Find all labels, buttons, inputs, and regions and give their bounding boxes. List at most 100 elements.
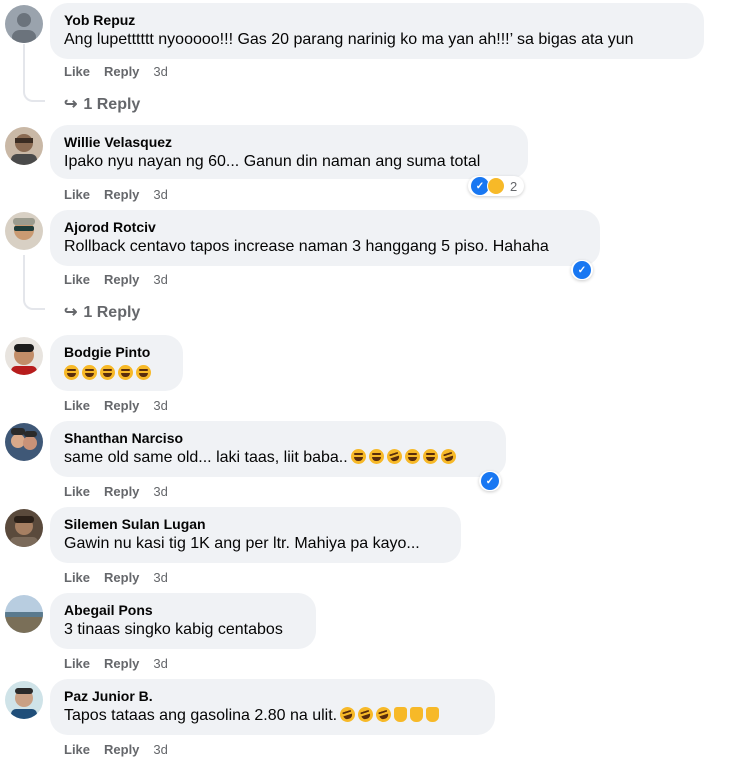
reply-arrow-icon: ↪ bbox=[64, 304, 78, 321]
comment-actions: Like Reply 3d bbox=[64, 272, 168, 287]
like-button[interactable]: Like bbox=[64, 742, 90, 757]
reply-button[interactable]: Reply bbox=[104, 656, 139, 671]
view-replies-link[interactable]: ↪ 1 Reply bbox=[64, 302, 140, 322]
grinning-emoji-icon bbox=[100, 365, 115, 380]
like-button[interactable]: Like bbox=[64, 187, 90, 202]
comment-timestamp[interactable]: 3d bbox=[153, 398, 167, 413]
comment-actions: Like Reply 3d bbox=[64, 570, 168, 585]
rolling-laughing-emoji-icon bbox=[356, 705, 376, 724]
comment-bubble: Paz Junior B. Tapos tataas ang gasolina … bbox=[50, 679, 495, 735]
comment-actions: Like Reply 3d bbox=[64, 64, 168, 79]
comment-bubble: Silemen Sulan Lugan Gawin nu kasi tig 1K… bbox=[50, 507, 461, 563]
comment-actions: Like Reply 3d bbox=[64, 398, 168, 413]
avatar[interactable] bbox=[5, 127, 43, 165]
grinning-emoji-icon bbox=[64, 365, 79, 380]
like-button[interactable]: Like bbox=[64, 272, 90, 287]
comment-author[interactable]: Willie Velasquez bbox=[64, 133, 514, 151]
reaction-summary[interactable]: ✓ bbox=[571, 260, 593, 280]
rolling-laughing-emoji-icon bbox=[438, 447, 458, 466]
grinning-emoji-icon bbox=[136, 365, 151, 380]
comment-text: 3 tinaas singko kabig centabos bbox=[64, 621, 283, 638]
replies-count: 1 Reply bbox=[83, 304, 141, 321]
like-button[interactable]: Like bbox=[64, 398, 90, 413]
reply-button[interactable]: Reply bbox=[104, 272, 139, 287]
thread-curve bbox=[23, 296, 45, 310]
reaction-summary[interactable]: ✓ 2 bbox=[468, 176, 525, 196]
comment-text-content: Tapos tataas ang gasolina 2.80 na ulit. bbox=[64, 707, 338, 724]
reaction-summary[interactable]: ✓ bbox=[479, 471, 501, 491]
comment-bubble: Ajorod Rotciv Rollback centavo tapos inc… bbox=[50, 210, 600, 266]
reaction-count: 2 bbox=[510, 178, 518, 194]
comment-text: Gawin nu kasi tig 1K ang per ltr. Mahiya… bbox=[64, 535, 420, 552]
comment-bubble: Willie Velasquez Ipako nyu nayan ng 60..… bbox=[50, 125, 528, 179]
comment-author[interactable]: Shanthan Narciso bbox=[64, 429, 492, 447]
comment-actions: Like Reply 3d bbox=[64, 742, 168, 757]
reply-button[interactable]: Reply bbox=[104, 64, 139, 79]
like-button[interactable]: Like bbox=[64, 484, 90, 499]
comment-text: Ang lupetttttt nyooooo!!! Gas 20 parang … bbox=[64, 31, 634, 48]
like-reaction-icon: ✓ bbox=[573, 261, 591, 279]
comment-author[interactable]: Yob Repuz bbox=[64, 11, 690, 29]
comment-bubble: Abegail Pons 3 tinaas singko kabig centa… bbox=[50, 593, 316, 649]
thread-line bbox=[23, 44, 25, 90]
avatar[interactable] bbox=[5, 423, 43, 461]
comment-actions: Like Reply 3d bbox=[64, 187, 168, 202]
grinning-emoji-icon bbox=[82, 365, 97, 380]
reply-button[interactable]: Reply bbox=[104, 398, 139, 413]
comment-timestamp[interactable]: 3d bbox=[153, 187, 167, 202]
comment-timestamp[interactable]: 3d bbox=[153, 484, 167, 499]
like-button[interactable]: Like bbox=[64, 570, 90, 585]
thumbs-down-emoji-icon bbox=[394, 707, 408, 722]
comment-bubble: Yob Repuz Ang lupetttttt nyooooo!!! Gas … bbox=[50, 3, 704, 59]
avatar[interactable] bbox=[5, 212, 43, 250]
avatar[interactable] bbox=[5, 5, 43, 43]
comment-author[interactable]: Abegail Pons bbox=[64, 601, 302, 619]
comment-actions: Like Reply 3d bbox=[64, 484, 168, 499]
comment-bubble: Bodgie Pinto bbox=[50, 335, 183, 391]
comment-timestamp[interactable]: 3d bbox=[153, 272, 167, 287]
haha-reaction-icon bbox=[487, 177, 505, 195]
rolling-laughing-emoji-icon bbox=[374, 705, 394, 724]
comment-timestamp[interactable]: 3d bbox=[153, 742, 167, 757]
rolling-laughing-emoji-icon bbox=[384, 447, 404, 466]
thread-line bbox=[23, 255, 25, 298]
avatar[interactable] bbox=[5, 595, 43, 633]
reply-button[interactable]: Reply bbox=[104, 742, 139, 757]
reply-button[interactable]: Reply bbox=[104, 187, 139, 202]
grinning-emoji-icon bbox=[368, 449, 384, 464]
comment-actions: Like Reply 3d bbox=[64, 656, 168, 671]
comment-author[interactable]: Paz Junior B. bbox=[64, 687, 481, 705]
grinning-emoji-icon bbox=[422, 449, 438, 464]
rolling-laughing-emoji-icon bbox=[338, 705, 358, 724]
reply-arrow-icon: ↪ bbox=[64, 96, 78, 113]
comment-text: same old same old... laki taas, liit bab… bbox=[64, 447, 492, 468]
comment-author[interactable]: Silemen Sulan Lugan bbox=[64, 515, 447, 533]
comment-timestamp[interactable]: 3d bbox=[153, 64, 167, 79]
thread-curve bbox=[23, 88, 45, 102]
comment-author[interactable]: Ajorod Rotciv bbox=[64, 218, 586, 236]
reply-button[interactable]: Reply bbox=[104, 484, 139, 499]
grinning-emoji-icon bbox=[404, 449, 420, 464]
comment-timestamp[interactable]: 3d bbox=[153, 570, 167, 585]
thumbs-down-emoji-icon bbox=[410, 707, 424, 722]
grinning-emoji-icon bbox=[350, 449, 366, 464]
comment-bubble: Shanthan Narciso same old same old... la… bbox=[50, 421, 506, 477]
like-button[interactable]: Like bbox=[64, 64, 90, 79]
grinning-emoji-icon bbox=[118, 365, 133, 380]
avatar[interactable] bbox=[5, 509, 43, 547]
comment-text bbox=[64, 361, 169, 384]
avatar[interactable] bbox=[5, 681, 43, 719]
comment-text: Tapos tataas ang gasolina 2.80 na ulit. bbox=[64, 705, 481, 726]
comment-text: Ipako nyu nayan ng 60... Ganun din naman… bbox=[64, 153, 481, 170]
like-reaction-icon: ✓ bbox=[481, 472, 499, 490]
avatar[interactable] bbox=[5, 337, 43, 375]
comment-timestamp[interactable]: 3d bbox=[153, 656, 167, 671]
like-button[interactable]: Like bbox=[64, 656, 90, 671]
replies-count: 1 Reply bbox=[83, 96, 141, 113]
reply-button[interactable]: Reply bbox=[104, 570, 139, 585]
view-replies-link[interactable]: ↪ 1 Reply bbox=[64, 94, 140, 114]
thumbs-down-emoji-icon bbox=[426, 707, 440, 722]
comment-author[interactable]: Bodgie Pinto bbox=[64, 343, 169, 361]
comment-text-content: same old same old... laki taas, liit bab… bbox=[64, 449, 348, 466]
comment-text: Rollback centavo tapos increase naman 3 … bbox=[64, 238, 549, 255]
